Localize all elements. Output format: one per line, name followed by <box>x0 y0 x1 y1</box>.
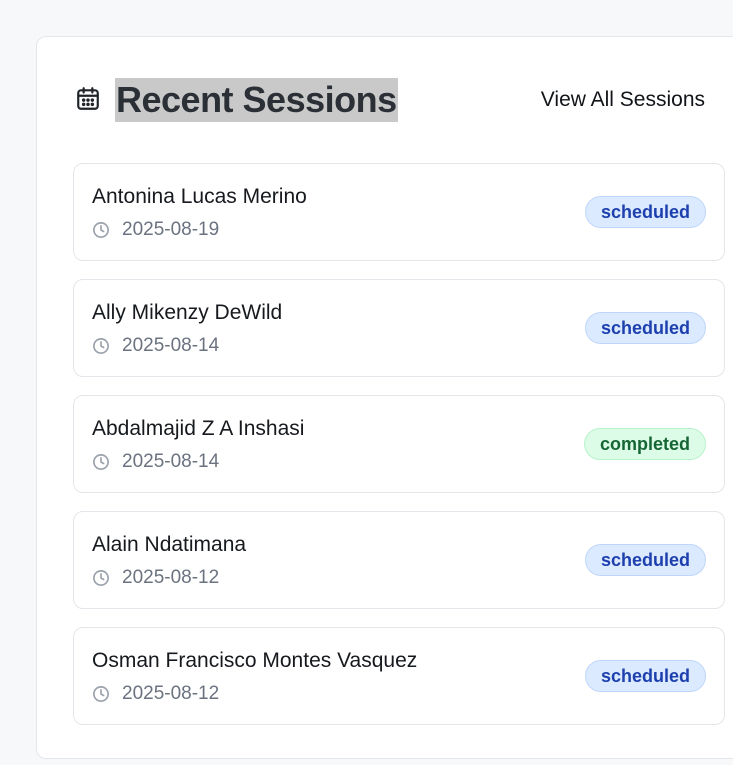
page-title: Recent Sessions <box>115 78 398 122</box>
session-item[interactable]: Alain Ndatimana 2025-08-12 scheduled <box>73 511 725 609</box>
session-date: 2025-08-12 <box>122 683 220 704</box>
session-date: 2025-08-19 <box>122 219 220 240</box>
session-meta: 2025-08-14 <box>92 334 219 358</box>
calendar-icon <box>77 87 99 110</box>
status-badge: completed <box>583 428 706 460</box>
session-item[interactable]: Abdalmajid Z A Inshasi 2025-08-14 comple… <box>73 395 725 493</box>
clock-icon <box>93 222 109 238</box>
session-meta: 2025-08-12 <box>92 682 219 706</box>
card-header: Recent Sessions View All Sessions <box>75 77 733 123</box>
clock-icon <box>93 338 109 354</box>
session-meta: 2025-08-12 <box>92 566 219 590</box>
session-meta: 2025-08-14 <box>92 450 219 474</box>
recent-sessions-card: Recent Sessions View All Sessions Antoni… <box>36 36 733 759</box>
status-badge: scheduled <box>584 312 706 344</box>
session-name: Antonina Lucas Merino <box>92 185 307 208</box>
sessions-list: Antonina Lucas Merino 2025-08-19 schedul… <box>73 163 725 743</box>
session-date: 2025-08-14 <box>122 451 220 472</box>
session-name: Ally Mikenzy DeWild <box>92 301 283 324</box>
session-item[interactable]: Ally Mikenzy DeWild 2025-08-14 scheduled <box>73 279 725 377</box>
session-date: 2025-08-14 <box>122 335 220 356</box>
session-name: Abdalmajid Z A Inshasi <box>92 417 305 440</box>
clock-icon <box>93 454 109 470</box>
session-item[interactable]: Osman Francisco Montes Vasquez 2025-08-1… <box>73 627 725 725</box>
clock-icon <box>93 570 109 586</box>
session-name: Alain Ndatimana <box>92 533 247 556</box>
session-meta: 2025-08-19 <box>92 218 219 242</box>
status-badge: scheduled <box>584 544 706 576</box>
session-name: Osman Francisco Montes Vasquez <box>92 649 418 672</box>
session-item[interactable]: Antonina Lucas Merino 2025-08-19 schedul… <box>73 163 725 261</box>
status-badge: scheduled <box>584 196 706 228</box>
session-date: 2025-08-12 <box>122 567 220 588</box>
clock-icon <box>93 686 109 702</box>
view-all-sessions-link[interactable]: View All Sessions <box>541 87 705 113</box>
status-badge: scheduled <box>584 660 706 692</box>
